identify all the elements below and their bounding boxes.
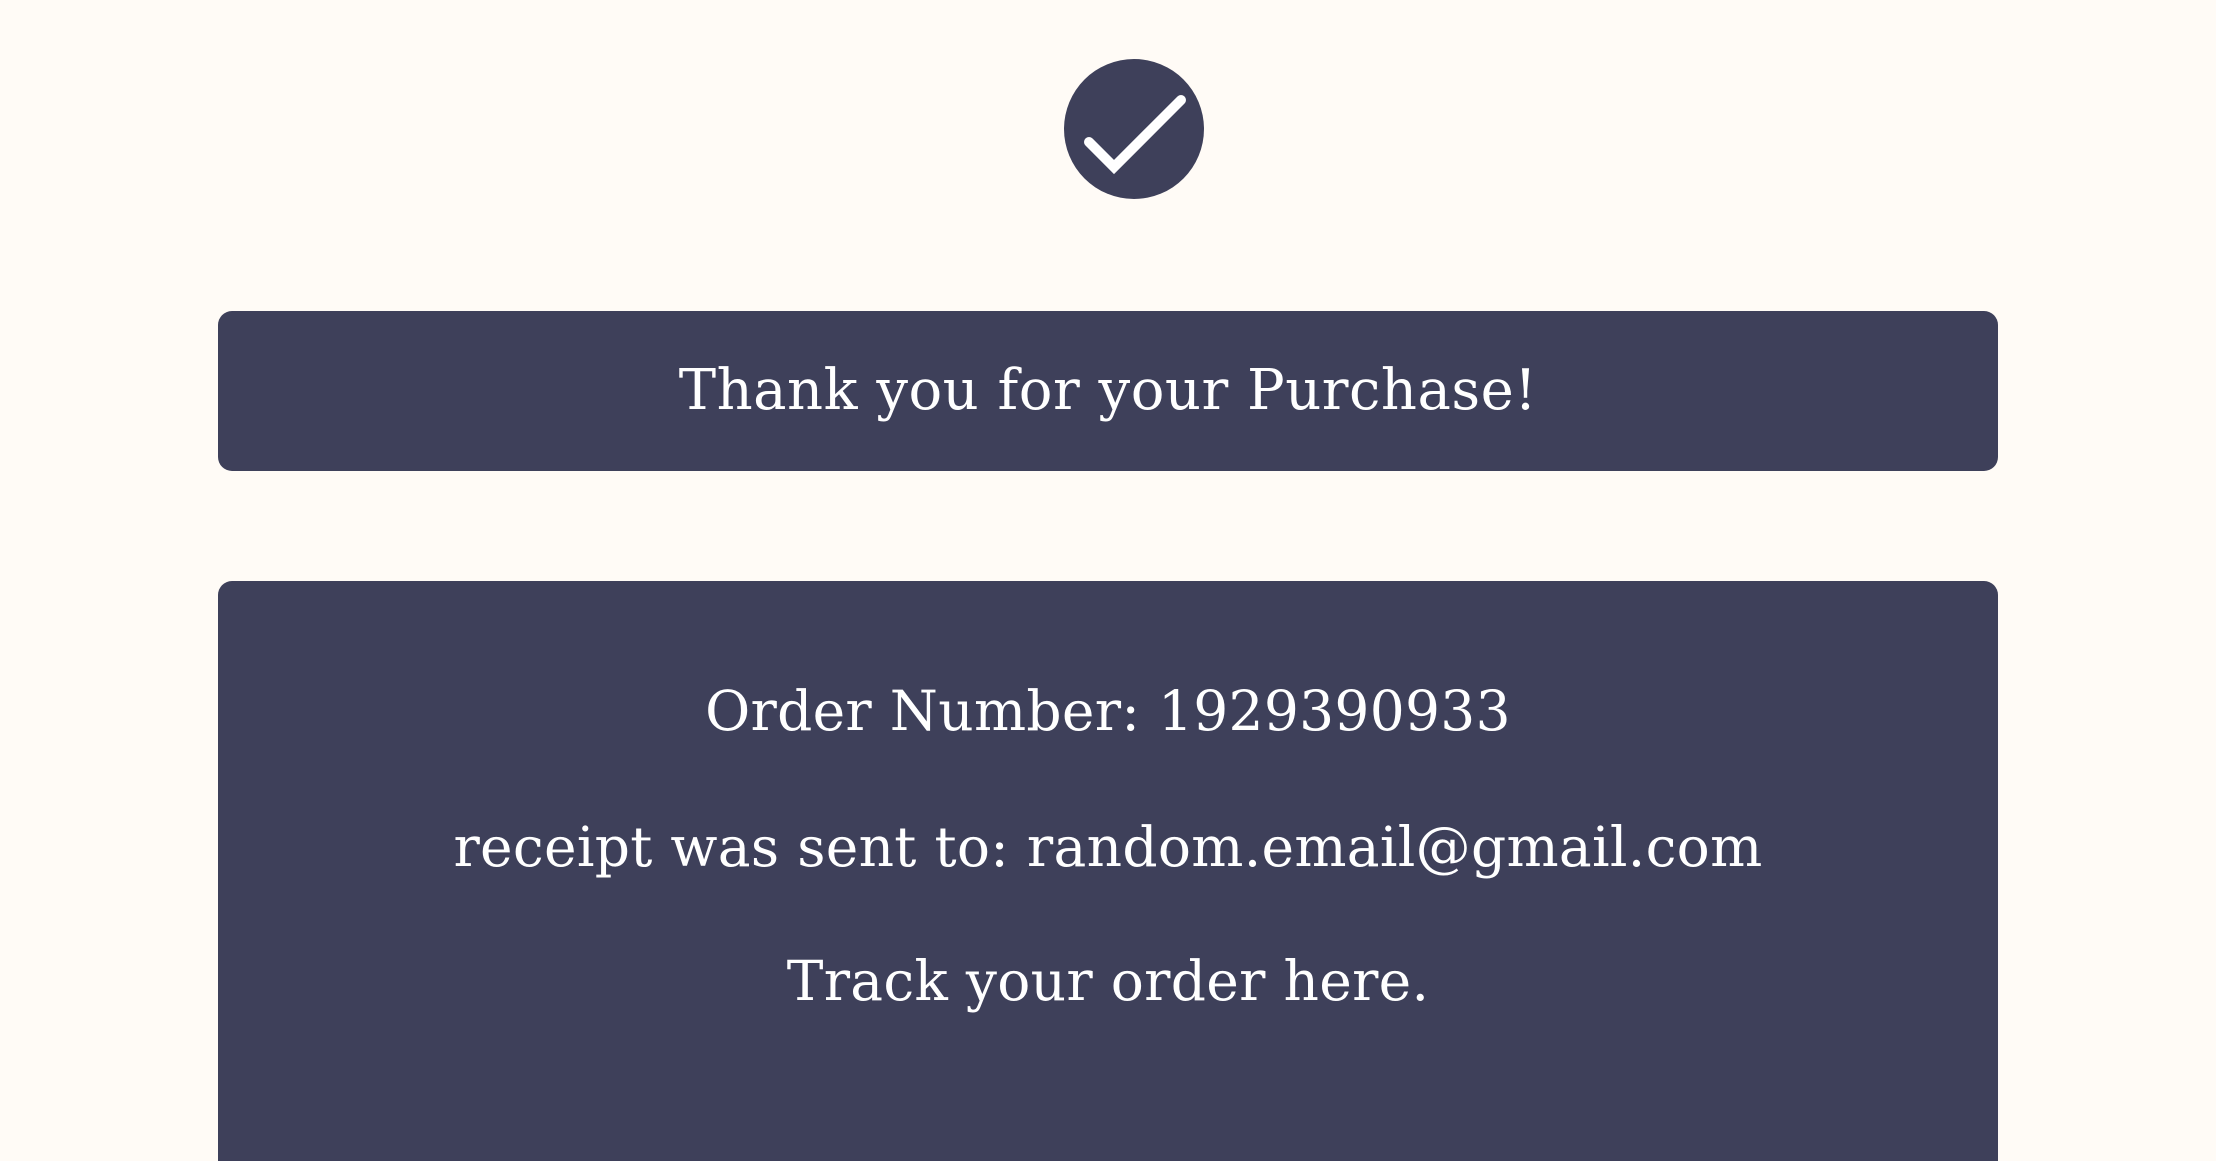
thank-you-title: Thank you for your Purchase! xyxy=(678,358,1538,423)
order-details-panel: Order Number: 1929390933 receipt was sen… xyxy=(218,581,1998,1161)
checkmark-icon xyxy=(1084,95,1186,175)
order-confirmation-page: { "success_icon": "check-circle-icon", "… xyxy=(0,0,2216,1161)
check-circle-icon xyxy=(1064,59,1204,199)
thank-you-banner: Thank you for your Purchase! xyxy=(218,311,1998,471)
receipt-email-text: receipt was sent to: random.email@gmail.… xyxy=(453,815,1763,879)
track-order-link[interactable]: Track your order here. xyxy=(218,954,1998,1009)
order-number-text: Order Number: 1929390933 xyxy=(705,679,1511,743)
